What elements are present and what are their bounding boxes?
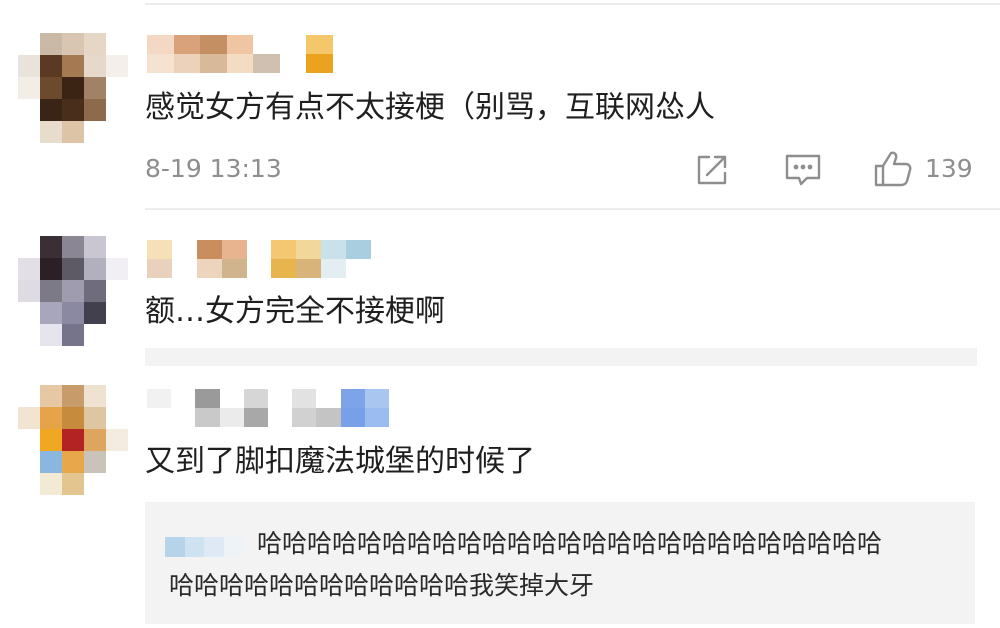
top-divider — [145, 3, 1000, 5]
username-blurred[interactable] — [147, 35, 333, 73]
reply-button[interactable] — [784, 152, 822, 188]
avatar[interactable] — [18, 33, 128, 143]
comment-text: 额…女方完全不接梗啊 — [145, 294, 445, 329]
comment-text: 又到了脚扣魔法城堡的时候了 — [145, 444, 535, 479]
share-button[interactable] — [694, 152, 730, 188]
reply-text-line-1: 哈哈哈哈哈哈哈哈哈哈哈哈哈哈哈哈哈哈哈哈哈哈哈哈哈 — [257, 529, 883, 558]
avatar[interactable] — [18, 236, 128, 346]
reply-username-blurred[interactable] — [165, 537, 243, 557]
avatar[interactable] — [18, 385, 128, 495]
thumbs-up-icon — [874, 151, 912, 187]
like-button[interactable] — [872, 148, 914, 190]
timestamp: 8-19 13:13 — [145, 154, 282, 183]
comment-divider — [145, 208, 1000, 210]
comment-text: 感觉女方有点不太接梗（别骂，互联网怂人 — [145, 90, 715, 125]
comment-icon — [785, 154, 821, 186]
like-count: 139 — [925, 154, 973, 183]
reply-preview[interactable]: 哈哈哈哈哈哈哈哈哈哈哈哈哈哈哈哈哈哈哈哈哈哈哈哈哈 哈哈哈哈哈哈哈哈哈哈哈哈我笑… — [145, 502, 975, 624]
share-icon — [697, 155, 727, 185]
username-blurred[interactable] — [147, 240, 371, 278]
reply-text-line-2: 哈哈哈哈哈哈哈哈哈哈哈哈我笑掉大牙 — [169, 571, 595, 600]
username-blurred[interactable] — [147, 389, 389, 427]
comment-divider — [145, 348, 977, 366]
